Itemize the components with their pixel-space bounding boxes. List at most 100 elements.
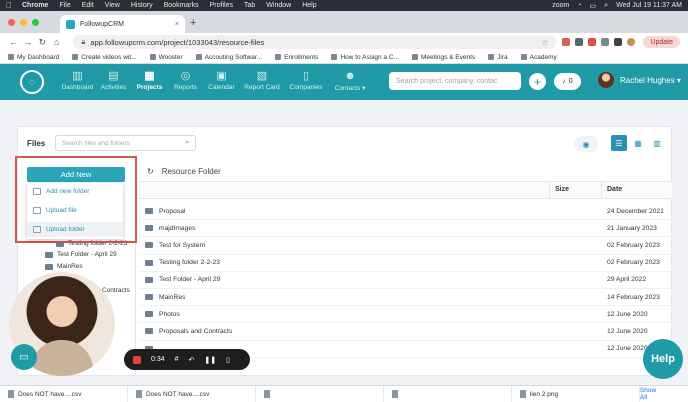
wifi-icon[interactable]: ◔ bbox=[577, 2, 581, 9]
nav-activities[interactable]: ▤ Activities bbox=[96, 68, 131, 92]
nav-contacts[interactable]: ☻ Contacts ▾ bbox=[328, 68, 372, 92]
user-menu[interactable]: Rachel Hughes ▾ bbox=[598, 72, 681, 88]
table-row[interactable]: Photos 12 June 2020 bbox=[139, 306, 672, 324]
trash-icon[interactable]: ▯ bbox=[226, 356, 230, 364]
grid-view-icon[interactable]: ▦ bbox=[630, 135, 646, 151]
download-item[interactable]: lien 2.png bbox=[512, 386, 640, 402]
show-all-link[interactable]: Show All bbox=[640, 387, 664, 401]
bookmark-item[interactable]: Create videos wit... bbox=[72, 54, 137, 61]
visibility-toggle-icon[interactable]: ◉ bbox=[574, 136, 598, 152]
zoom-status[interactable]: zoom bbox=[552, 2, 569, 9]
search-icon[interactable]: ⌕ bbox=[604, 2, 608, 10]
download-item[interactable]: Does NOT have....csv bbox=[0, 386, 128, 402]
download-item[interactable]: Does NOT have....csv bbox=[128, 386, 256, 402]
recording-time: 0:34 bbox=[151, 356, 165, 363]
download-item[interactable] bbox=[256, 386, 384, 402]
minimize-window-icon[interactable] bbox=[20, 19, 27, 26]
bookmark-item[interactable]: How to Assign a C... bbox=[331, 54, 399, 61]
reload-button[interactable]: ↻ bbox=[37, 37, 48, 48]
menu-history[interactable]: History bbox=[131, 2, 153, 9]
notifications-button[interactable]: ♪ 0 bbox=[554, 73, 581, 90]
undo-icon[interactable]: ↶ bbox=[189, 356, 195, 364]
clock[interactable]: Wed Jul 19 11:37 AM bbox=[616, 2, 682, 9]
menu-chrome[interactable]: Chrome bbox=[22, 2, 48, 9]
nav-dashboard[interactable]: ▥ Dashboard bbox=[60, 68, 95, 92]
menu-bookmarks[interactable]: Bookmarks bbox=[164, 2, 199, 9]
close-window-icon[interactable] bbox=[8, 19, 15, 26]
reports-icon: ◎ bbox=[180, 70, 191, 82]
menu-upload-file[interactable]: Upload file bbox=[33, 207, 77, 214]
global-search-input[interactable]: Search project, company, contac bbox=[389, 72, 521, 90]
bookmark-item[interactable]: My Dashboard bbox=[8, 54, 59, 61]
sidepanel-icon[interactable] bbox=[614, 38, 623, 46]
update-button[interactable]: Update bbox=[643, 36, 680, 48]
menu-upload-folder[interactable]: Upload folder bbox=[27, 222, 123, 237]
refresh-icon[interactable]: ↻ bbox=[147, 167, 154, 176]
chat-icon[interactable]: ▭ bbox=[11, 344, 37, 370]
menu-view[interactable]: View bbox=[105, 2, 120, 9]
grid-icon[interactable]: # bbox=[175, 356, 179, 363]
stop-recording-icon[interactable] bbox=[133, 355, 141, 364]
table-row[interactable]: majdImages 21 January 2023 bbox=[139, 220, 672, 238]
tab-close-icon[interactable]: × bbox=[175, 21, 179, 28]
menu-profiles[interactable]: Profiles bbox=[210, 2, 233, 9]
lock-icon[interactable]: 🔒︎ bbox=[81, 37, 85, 47]
table-row[interactable]: Proposals and Contracts 12 June 2020 bbox=[139, 323, 672, 341]
profile-avatar-icon[interactable] bbox=[627, 38, 636, 46]
back-button[interactable]: ← bbox=[8, 37, 19, 47]
menu-help[interactable]: Help bbox=[302, 2, 316, 9]
column-date[interactable]: Date bbox=[607, 186, 622, 193]
battery-icon[interactable]: ▭ bbox=[590, 2, 597, 10]
file-icon bbox=[391, 390, 398, 398]
extension-icon[interactable] bbox=[588, 38, 597, 46]
pause-icon[interactable]: ❚❚ bbox=[204, 356, 216, 364]
nav-reports[interactable]: ◎ Reports bbox=[168, 68, 203, 92]
menu-file[interactable]: File bbox=[59, 2, 70, 9]
menu-add-new-folder[interactable]: Add new folder bbox=[33, 188, 89, 195]
breadcrumb[interactable]: Resource Folder bbox=[162, 167, 221, 176]
bookmark-item[interactable]: Accouting Softwar... bbox=[195, 54, 262, 61]
extension-icon[interactable] bbox=[575, 38, 584, 46]
bookmark-item[interactable]: Meetings & Events bbox=[411, 54, 475, 61]
browser-tab[interactable]: FollowupCRM × bbox=[60, 15, 185, 33]
tree-item[interactable]: MainRes bbox=[45, 263, 83, 270]
table-row[interactable]: MainRes 14 February 2023 bbox=[139, 289, 672, 307]
bookmark-item[interactable]: Academy bbox=[520, 54, 557, 61]
menu-edit[interactable]: Edit bbox=[82, 2, 94, 9]
list-view-icon[interactable]: ☰ bbox=[611, 135, 627, 151]
search-icon[interactable]: ⌕ bbox=[185, 139, 189, 147]
table-row[interactable]: Test Folder - April 29 29 April 2022 bbox=[139, 272, 672, 289]
help-button[interactable]: Help bbox=[643, 339, 683, 379]
table-row[interactable]: Test for System 02 February 2023 bbox=[139, 237, 672, 255]
quick-add-button[interactable]: + bbox=[529, 73, 546, 90]
table-row[interactable]: Testing folder 2-2-23 02 February 2023 bbox=[139, 255, 672, 272]
bookmark-item[interactable]: Jira bbox=[488, 54, 508, 61]
nav-calendar[interactable]: ▣ Calendar bbox=[204, 68, 239, 92]
apple-icon[interactable]:  bbox=[6, 1, 12, 10]
home-button[interactable]: ⌂ bbox=[51, 37, 62, 47]
table-row[interactable]: Proposal 24 December 2021 bbox=[139, 203, 672, 221]
bookmark-item[interactable]: Wooster bbox=[149, 54, 183, 61]
download-item[interactable] bbox=[384, 386, 512, 402]
add-new-button[interactable]: Add New bbox=[27, 167, 125, 182]
column-view-icon[interactable]: ▥ bbox=[649, 135, 665, 151]
nav-projects[interactable]: ▦ Projects bbox=[132, 68, 167, 92]
nav-report-card[interactable]: ▧ Report Card bbox=[240, 68, 284, 92]
nav-companies[interactable]: ▯ Companies bbox=[285, 68, 327, 92]
app-logo-icon[interactable]: ◌ bbox=[20, 70, 44, 94]
extensions-puzzle-icon[interactable] bbox=[601, 38, 610, 46]
tree-item[interactable]: Test Folder - April 29 bbox=[45, 251, 117, 258]
files-search-input[interactable]: Search files and folders ⌕ bbox=[55, 135, 196, 151]
bookmark-star-icon[interactable]: ☆ bbox=[542, 38, 549, 47]
menu-tab[interactable]: Tab bbox=[244, 2, 255, 9]
menu-window[interactable]: Window bbox=[266, 2, 291, 9]
forward-button[interactable]: → bbox=[22, 37, 33, 47]
column-size[interactable]: Size bbox=[555, 186, 569, 193]
address-bar[interactable]: 🔒︎ app.followupcrm.com/project/1033043/r… bbox=[73, 35, 557, 49]
new-tab-button[interactable]: + bbox=[190, 17, 196, 29]
extension-icon[interactable] bbox=[562, 38, 571, 46]
files-title: Files bbox=[27, 139, 46, 148]
maximize-window-icon[interactable] bbox=[32, 19, 39, 26]
bookmark-item[interactable]: Enrollments bbox=[275, 54, 318, 61]
tree-item[interactable]: Contracts bbox=[102, 287, 130, 294]
